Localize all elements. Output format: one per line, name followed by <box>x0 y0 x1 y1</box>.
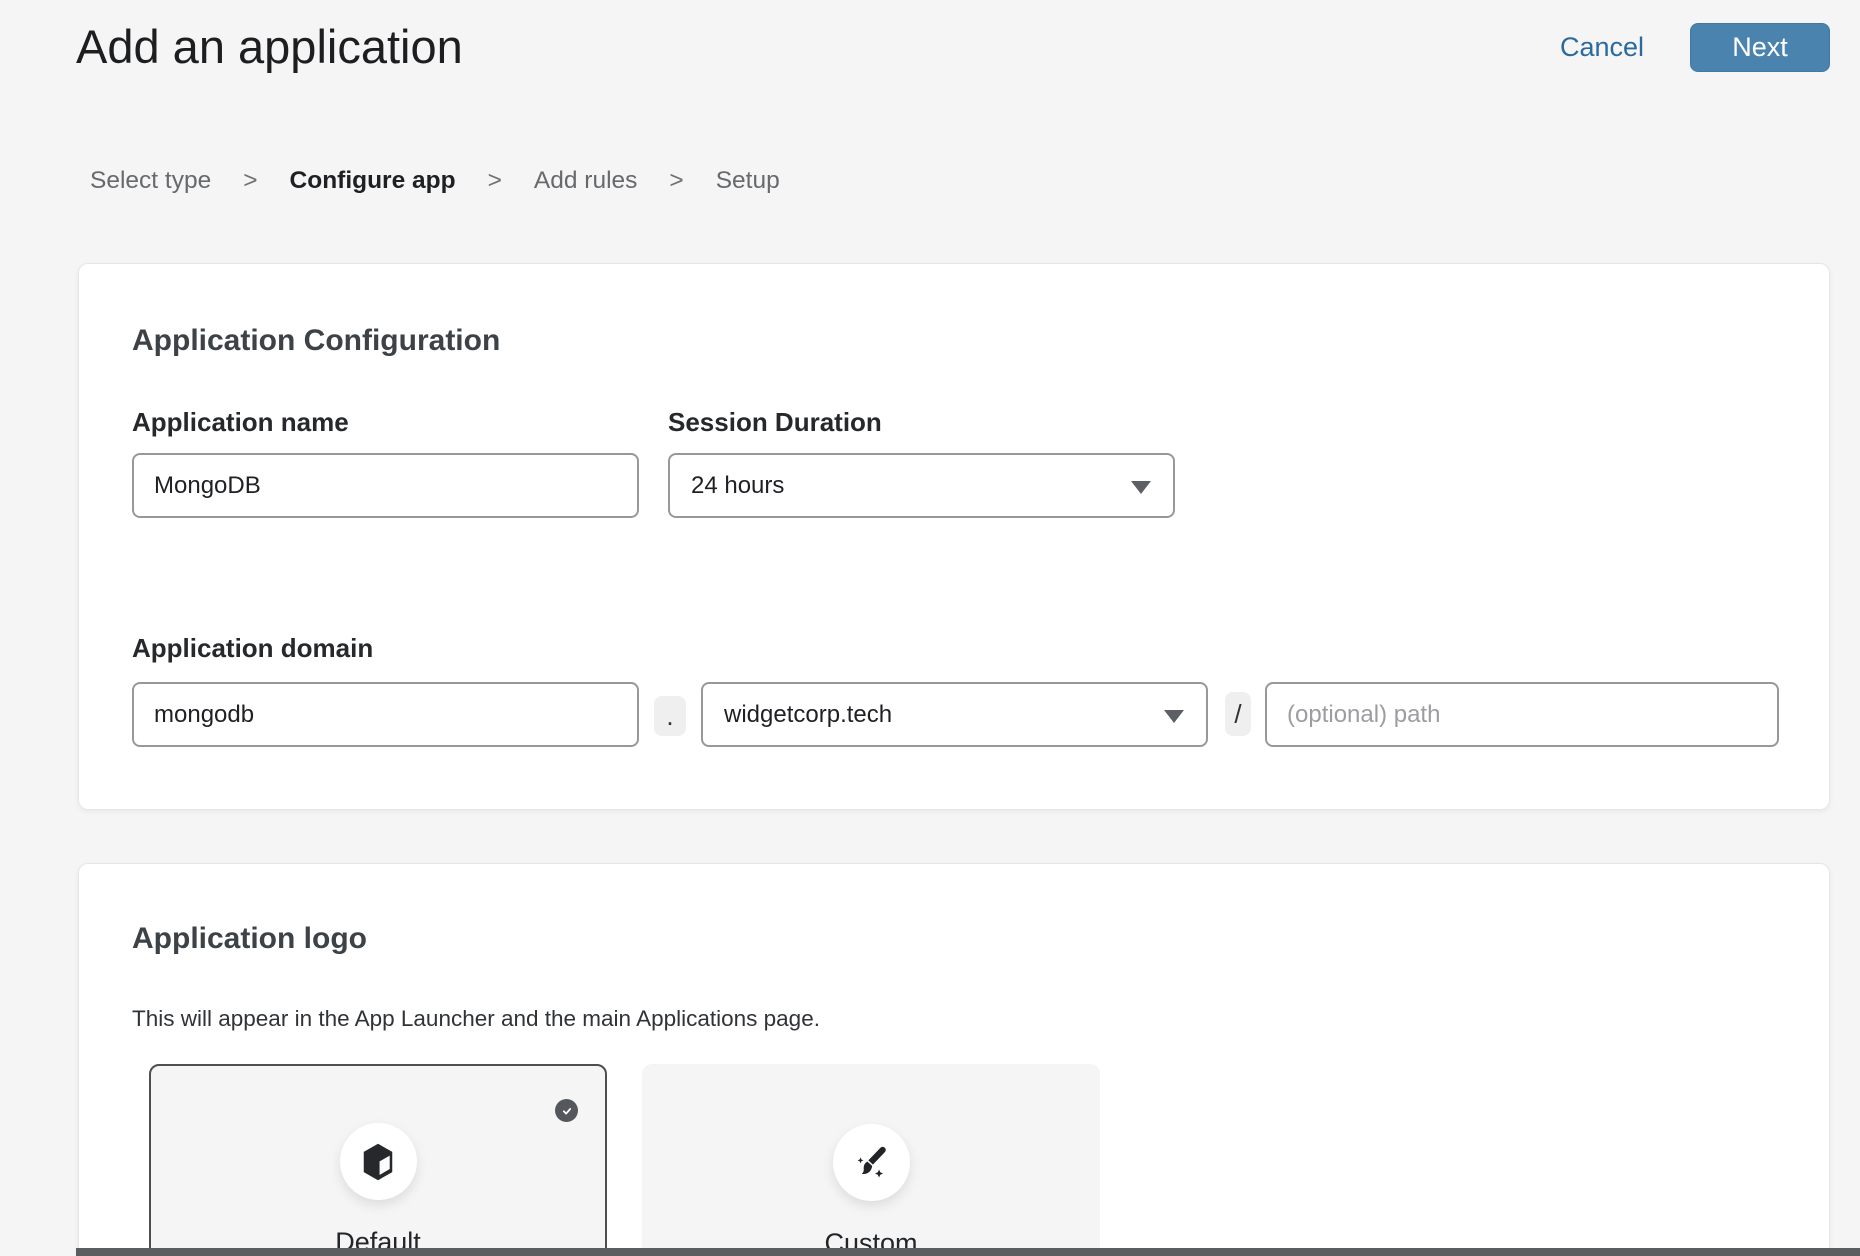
chevron-down-icon <box>1164 710 1184 723</box>
breadcrumb-step-configure-app[interactable]: Configure app <box>290 166 456 196</box>
breadcrumb-step-setup[interactable]: Setup <box>716 166 780 196</box>
application-configuration-card: Application Configuration Application na… <box>78 263 1830 810</box>
header-actions: Cancel Next <box>1560 23 1830 72</box>
logo-option-custom[interactable]: Custom <box>642 1064 1100 1256</box>
cancel-button[interactable]: Cancel <box>1560 23 1644 72</box>
application-configuration-heading: Application Configuration <box>132 323 500 359</box>
domain-slash-separator: / <box>1225 692 1251 736</box>
application-logo-description: This will appear in the App Launcher and… <box>132 1005 820 1033</box>
bottom-scrollbar[interactable] <box>76 1248 1860 1256</box>
custom-logo-circle <box>833 1124 910 1201</box>
next-button[interactable]: Next <box>1690 23 1830 72</box>
default-logo-circle <box>340 1123 417 1200</box>
domain-dot-separator: . <box>654 696 686 736</box>
page-title: Add an application <box>76 20 463 74</box>
application-logo-card: Application logo This will appear in the… <box>78 863 1830 1256</box>
cube-icon <box>359 1141 397 1183</box>
breadcrumb-step-add-rules[interactable]: Add rules <box>534 166 638 196</box>
application-name-input[interactable] <box>132 453 639 518</box>
paintbrush-sparkle-icon <box>850 1142 892 1184</box>
add-application-page: Add an application Cancel Next Select ty… <box>0 0 1860 1256</box>
path-input[interactable] <box>1265 682 1779 747</box>
session-duration-label: Session Duration <box>668 406 882 438</box>
application-name-label: Application name <box>132 406 349 438</box>
breadcrumb-separator: > <box>243 166 257 196</box>
logo-option-default[interactable]: Default <box>149 1064 607 1256</box>
chevron-down-icon <box>1131 481 1151 494</box>
application-logo-heading: Application logo <box>132 921 367 957</box>
logo-options: Default Custom <box>149 1064 1100 1256</box>
breadcrumb-separator: > <box>669 166 683 196</box>
breadcrumb-step-select-type[interactable]: Select type <box>90 166 211 196</box>
domain-select[interactable]: widgetcorp.tech <box>701 682 1208 747</box>
check-icon <box>555 1099 578 1122</box>
session-duration-value: 24 hours <box>691 472 784 500</box>
subdomain-input[interactable] <box>132 682 639 747</box>
session-duration-select[interactable]: 24 hours <box>668 453 1175 518</box>
breadcrumb-separator: > <box>488 166 502 196</box>
application-domain-label: Application domain <box>132 632 373 664</box>
breadcrumb: Select type > Configure app > Add rules … <box>90 166 780 196</box>
domain-value: widgetcorp.tech <box>724 701 892 729</box>
